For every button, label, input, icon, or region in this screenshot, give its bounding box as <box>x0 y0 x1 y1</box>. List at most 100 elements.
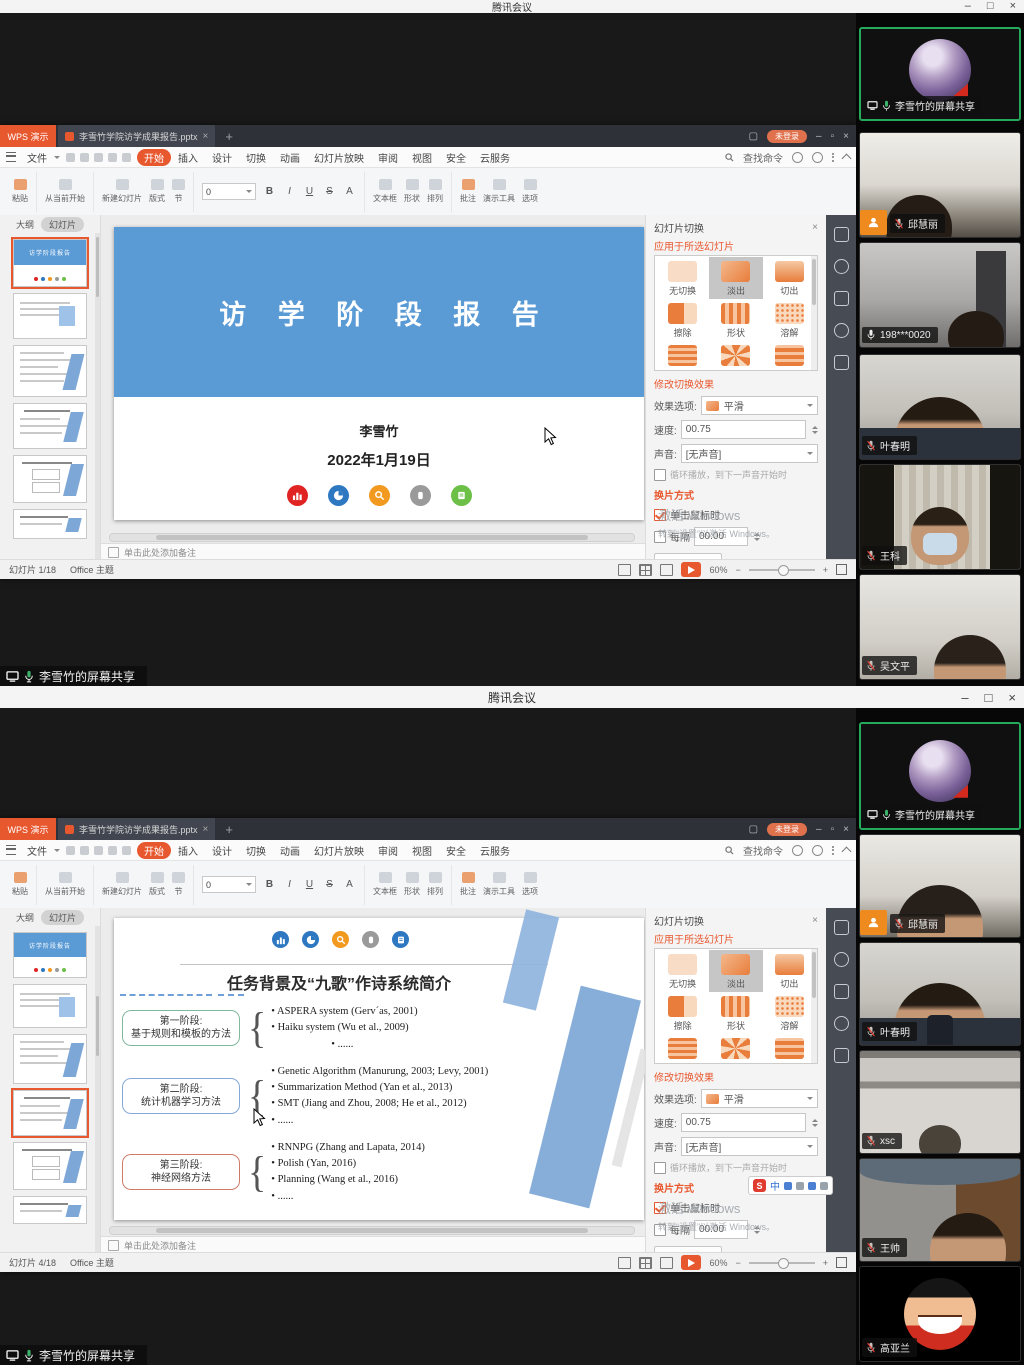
menu-security[interactable]: 安全 <box>439 149 473 166</box>
history-icon[interactable] <box>834 1048 849 1063</box>
effect-dissolve[interactable]: 溶解 <box>763 992 816 1034</box>
thumbnail-slide-1[interactable]: 访学阶段报告 <box>13 239 87 287</box>
options-button[interactable]: 选项 <box>522 872 538 897</box>
fit-slide-icon[interactable] <box>836 1257 847 1268</box>
effect-dissolve[interactable]: 溶解 <box>763 299 816 341</box>
new-tab-button[interactable]: + <box>225 129 233 144</box>
italic-button[interactable]: I <box>283 186 296 197</box>
participant-tile[interactable]: 邱慧丽 <box>859 132 1021 238</box>
tab-slides[interactable]: 幻灯片 <box>41 217 84 232</box>
sorter-view-icon[interactable] <box>639 564 652 576</box>
quick-access-icons[interactable] <box>66 153 131 162</box>
window-layout-icon[interactable]: ▢ <box>749 824 758 835</box>
ime-toolbar[interactable]: S 中 <box>748 1176 833 1195</box>
settings-icon[interactable] <box>812 152 823 163</box>
participant-tile-share[interactable]: 李雪竹的屏幕共享 <box>859 27 1021 121</box>
hamburger-icon[interactable] <box>6 152 16 162</box>
ime-emoji-icon[interactable] <box>796 1182 804 1190</box>
layout-button[interactable]: 版式 <box>149 872 165 897</box>
thumbnail-slide-5[interactable] <box>13 1142 87 1190</box>
slide-4[interactable]: 任务背景及“九歌”作诗系统简介 第一阶段:基于规则和模板的方法 { ASPERA… <box>114 918 644 1220</box>
star-icon[interactable] <box>834 291 849 306</box>
comment-button[interactable]: 批注 <box>460 179 476 204</box>
settings-icon[interactable] <box>812 845 823 856</box>
close-button[interactable]: × <box>1008 691 1016 704</box>
share-icon[interactable] <box>834 952 849 967</box>
window-layout-icon[interactable]: ▢ <box>749 131 758 142</box>
menu-cloud[interactable]: 云服务 <box>473 842 517 859</box>
menu-home[interactable]: 开始 <box>137 842 171 859</box>
underline-button[interactable]: U <box>303 879 316 890</box>
speed-input[interactable]: 00.75 <box>681 1113 806 1132</box>
minimize-button[interactable]: – <box>965 1 971 12</box>
tab-outline[interactable]: 大纲 <box>16 218 34 231</box>
underline-button[interactable]: U <box>303 186 316 197</box>
menu-view[interactable]: 视图 <box>405 842 439 859</box>
applied-link[interactable]: 应用于所选幻灯片 <box>654 931 818 946</box>
effect-cut[interactable]: 切出 <box>763 950 816 992</box>
ime-logo-icon[interactable]: S <box>753 1179 766 1192</box>
thumbnail-slide-6[interactable] <box>13 1196 87 1224</box>
wps-close-button[interactable]: × <box>843 131 849 142</box>
tab-outline[interactable]: 大纲 <box>16 911 34 924</box>
properties-icon[interactable] <box>834 227 849 242</box>
thumbnail-slide-3[interactable] <box>13 1034 87 1084</box>
participant-tile-share[interactable]: 李雪竹的屏幕共享 <box>859 722 1021 830</box>
thumbnail-slide-2[interactable] <box>13 984 87 1028</box>
maximize-button[interactable]: □ <box>987 1 994 12</box>
participant-tile[interactable]: 叶春明 <box>859 354 1021 460</box>
wps-restore-button[interactable]: ▫ <box>831 131 835 142</box>
textbox-button[interactable]: 文本框 <box>373 179 397 204</box>
wps-minimize-button[interactable]: – <box>816 131 822 142</box>
shapes-button[interactable]: 形状 <box>404 872 420 897</box>
paste-button[interactable]: 粘贴 <box>12 179 28 204</box>
shapes-button[interactable]: 形状 <box>404 179 420 204</box>
tab-slides[interactable]: 幻灯片 <box>41 910 84 925</box>
thumbnail-slide-5[interactable] <box>13 455 87 503</box>
thumbnail-slide-4[interactable] <box>13 403 87 449</box>
effect-random[interactable]: 随机 <box>763 1034 816 1064</box>
search-command[interactable]: 查找命令 <box>743 150 783 165</box>
effect-random[interactable]: 随机 <box>763 341 816 371</box>
presentation-tools-button[interactable]: 演示工具 <box>483 179 515 204</box>
sound-select[interactable]: [无声音] <box>681 444 818 463</box>
notes-view-icon[interactable] <box>618 1257 631 1269</box>
menu-transition[interactable]: 切换 <box>239 842 273 859</box>
effect-fade[interactable]: 淡出 <box>709 257 762 299</box>
participant-tile[interactable]: 邱慧丽 <box>859 834 1021 938</box>
font-size-select[interactable]: 0 <box>202 183 256 200</box>
animation-pane-icon[interactable] <box>834 323 849 338</box>
menu-cloud[interactable]: 云服务 <box>473 149 517 166</box>
menu-slideshow[interactable]: 幻灯片放映 <box>307 149 371 166</box>
section-button[interactable]: 节 <box>172 872 185 897</box>
options-button[interactable]: 选项 <box>522 179 538 204</box>
menu-animation[interactable]: 动画 <box>273 149 307 166</box>
menu-file[interactable]: 文件 <box>20 842 54 859</box>
menu-design[interactable]: 设计 <box>205 149 239 166</box>
menu-transition[interactable]: 切换 <box>239 149 273 166</box>
bold-button[interactable]: B <box>263 879 276 890</box>
close-tab-icon[interactable]: × <box>203 824 209 835</box>
collapse-ribbon-icon[interactable] <box>842 847 852 857</box>
participant-tile[interactable]: 吴文平 <box>859 574 1021 680</box>
effect-fade[interactable]: 淡出 <box>709 950 762 992</box>
zoom-slider[interactable] <box>749 569 815 571</box>
participant-tile[interactable]: 叶春明 <box>859 942 1021 1046</box>
maximize-button[interactable]: □ <box>985 691 993 704</box>
play-from-current-button[interactable]: 从当前开始 <box>45 179 85 204</box>
document-tab[interactable]: 李雪竹学院访学成果报告.pptx × <box>58 818 215 840</box>
menu-slideshow[interactable]: 幻灯片放映 <box>307 842 371 859</box>
thumbnail-scrollbar[interactable] <box>95 926 100 1253</box>
thumbnail-slide-3[interactable] <box>13 345 87 397</box>
play-from-current-button[interactable]: 从当前开始 <box>45 872 85 897</box>
effects-scrollbar[interactable] <box>811 949 817 1063</box>
font-color-button[interactable]: A <box>343 879 356 890</box>
zoom-level[interactable]: 60% <box>709 1258 727 1268</box>
read-view-icon[interactable] <box>660 1257 673 1269</box>
zoom-in-button[interactable]: + <box>823 565 828 575</box>
notes-bar[interactable]: 单击此处添加备注 <box>101 1236 645 1253</box>
document-tab[interactable]: 李雪竹学院访学成果报告.pptx × <box>58 125 215 147</box>
textbox-button[interactable]: 文本框 <box>373 872 397 897</box>
history-icon[interactable] <box>834 355 849 370</box>
wps-minimize-button[interactable]: – <box>816 824 822 835</box>
